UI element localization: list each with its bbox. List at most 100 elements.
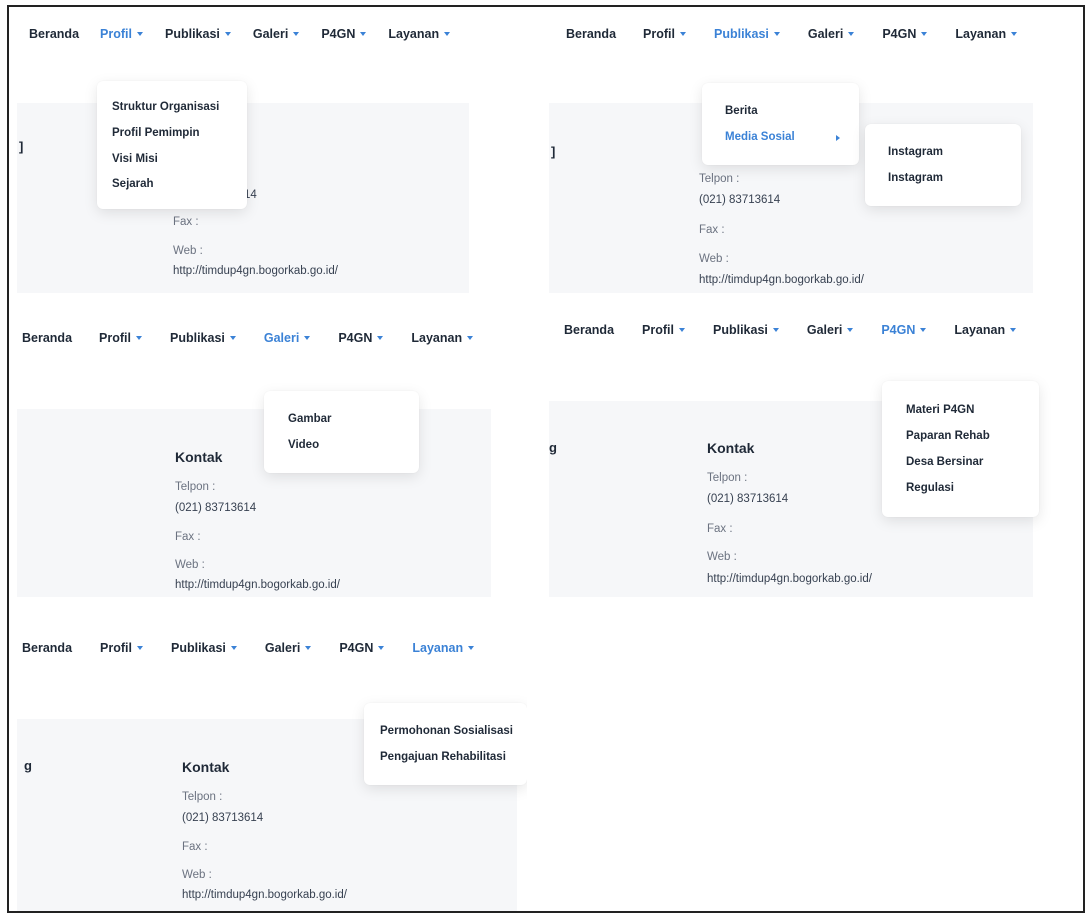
nav-beranda-label: Beranda [566, 27, 617, 41]
dropdown-item-materi-p4gn[interactable]: Materi P4GN [906, 404, 974, 416]
nav-profil[interactable]: Profil [100, 27, 143, 41]
dropdown-item-visi-misi[interactable]: Visi Misi [112, 153, 158, 165]
dropdown-item-permohonan-sosialisasi[interactable]: Permohonan Sosialisasi [380, 725, 513, 737]
web-value: http://timdup4gn.bogorkab.go.id/ [175, 579, 340, 591]
nav-beranda-label: Beranda [22, 641, 73, 655]
web-label: Web : [182, 869, 212, 881]
nav-publikasi[interactable]: Publikasi [165, 27, 231, 41]
nav-galeri[interactable]: Galeri [264, 641, 312, 655]
caret-down-icon [468, 646, 475, 650]
caret-down-icon [360, 32, 367, 36]
submenu-item-instagram[interactable]: Instagram [888, 146, 943, 158]
web-label: Web : [175, 559, 205, 571]
nav-profil[interactable]: Profil [100, 641, 143, 655]
caret-down-icon [679, 32, 686, 36]
dropdown-item-berita[interactable]: Berita [725, 105, 758, 117]
nav-layanan[interactable]: Layanan [411, 331, 474, 345]
nav-layanan[interactable]: Layanan [388, 27, 451, 41]
fax-label: Fax : [175, 531, 201, 543]
telpon-label: Telpon : [175, 481, 216, 493]
partial-heading-text: g [24, 758, 32, 773]
telpon-label: Telpon : [699, 173, 740, 185]
nav-layanan-label: Layanan [412, 641, 464, 655]
nav-publikasi-label: Publikasi [713, 27, 769, 41]
dropdown-item-gambar[interactable]: Gambar [288, 413, 331, 425]
web-label: Web : [707, 551, 737, 563]
galeri-dropdown: Gambar Video [264, 391, 419, 473]
caret-down-icon [772, 328, 779, 332]
nav-publikasi[interactable]: Publikasi [170, 331, 236, 345]
nav-p4gn-label: P4GN [321, 27, 356, 41]
nav-p4gn[interactable]: P4GN [339, 641, 385, 655]
nav-galeri-label: Galeri [807, 27, 844, 41]
dropdown-item-desa-bersinar[interactable]: Desa Bersinar [906, 456, 983, 468]
caret-down-icon [848, 32, 855, 36]
nav-profil-label: Profil [100, 641, 132, 655]
nav-publikasi[interactable]: Publikasi [713, 323, 779, 337]
caret-down-icon [920, 328, 927, 332]
telpon-value: (021) 83713614 [699, 194, 781, 206]
nav-profil[interactable]: Profil [643, 27, 686, 41]
dropdown-item-profil-pemimpin[interactable]: Profil Pemimpin [112, 127, 200, 139]
nav-profil-label: Profil [643, 27, 675, 41]
submenu-item-instagram[interactable]: Instagram [888, 172, 943, 184]
nav-beranda[interactable]: Beranda [22, 641, 72, 655]
nav-beranda[interactable]: Beranda [566, 27, 616, 41]
publikasi-dropdown: Berita Media Sosial [702, 83, 859, 165]
p4gn-dropdown: Materi P4GN Paparan Rehab Desa Bersinar … [882, 381, 1039, 517]
nav-galeri-label: Galeri [806, 323, 843, 337]
web-value-partial: http://timdup4gn.bogorkab.go.id/ [699, 274, 864, 286]
nav-layanan[interactable]: Layanan [955, 27, 1018, 41]
fax-label: Fax : [707, 523, 733, 535]
caret-down-icon [1010, 328, 1017, 332]
nav-p4gn[interactable]: P4GN [881, 323, 927, 337]
nav-p4gn[interactable]: P4GN [321, 27, 367, 41]
profil-dropdown: Struktur Organisasi Profil Pemimpin Visi… [97, 81, 247, 209]
nav-beranda[interactable]: Beranda [22, 331, 72, 345]
dropdown-item-pengajuan-rehabilitasi[interactable]: Pengajuan Rehabilitasi [380, 751, 506, 763]
telpon-label: Telpon : [182, 791, 223, 803]
nav-layanan[interactable]: Layanan [954, 323, 1017, 337]
nav-beranda[interactable]: Beranda [29, 27, 79, 41]
caret-down-icon [377, 336, 384, 340]
dropdown-item-struktur-organisasi[interactable]: Struktur Organisasi [112, 101, 219, 113]
contact-title: Kontak [707, 440, 755, 456]
caret-down-icon [224, 32, 231, 36]
nav-galeri[interactable]: Galeri [807, 27, 855, 41]
caret-down-icon [378, 646, 385, 650]
nav-galeri-label: Galeri [264, 641, 301, 655]
caret-down-icon [305, 646, 312, 650]
nav-profil[interactable]: Profil [99, 331, 142, 345]
nav-p4gn-label: P4GN [338, 331, 373, 345]
web-value: http://timdup4gn.bogorkab.go.id/ [173, 265, 338, 277]
nav-p4gn-label: P4GN [881, 323, 916, 337]
nav-galeri[interactable]: Galeri [264, 331, 311, 345]
nav-p4gn[interactable]: P4GN [882, 27, 928, 41]
nav-layanan[interactable]: Layanan [412, 641, 475, 655]
media-sosial-submenu: Instagram Instagram [865, 124, 1021, 206]
nav-profil[interactable]: Profil [642, 323, 685, 337]
nav-layanan-label: Layanan [955, 27, 1007, 41]
dropdown-item-media-sosial[interactable]: Media Sosial [725, 131, 795, 143]
fax-label: Fax : [182, 841, 208, 853]
nav-beranda[interactable]: Beranda [564, 323, 614, 337]
nav-galeri[interactable]: Galeri [806, 323, 854, 337]
telpon-label: Telpon : [707, 472, 748, 484]
nav-publikasi-label: Publikasi [169, 331, 225, 345]
dropdown-item-sejarah[interactable]: Sejarah [112, 178, 154, 190]
nav-p4gn-label: P4GN [339, 641, 374, 655]
partial-heading-text: ] [19, 139, 24, 154]
telpon-value: (021) 83713614 [707, 493, 789, 505]
panel-galeri-menu: Kontak Telpon : (021) 83713614 Fax : Web… [17, 325, 527, 597]
nav-publikasi[interactable]: Publikasi [714, 27, 780, 41]
dropdown-item-video[interactable]: Video [288, 439, 319, 451]
dropdown-item-regulasi[interactable]: Regulasi [906, 482, 954, 494]
main-nav: Beranda Profil Publikasi Galeri P4GN Lay… [566, 21, 1018, 47]
nav-galeri[interactable]: Galeri [253, 27, 300, 41]
caret-down-icon [678, 328, 685, 332]
nav-publikasi-label: Publikasi [712, 323, 768, 337]
dropdown-item-paparan-rehab[interactable]: Paparan Rehab [906, 430, 990, 442]
nav-p4gn[interactable]: P4GN [338, 331, 384, 345]
nav-publikasi[interactable]: Publikasi [171, 641, 237, 655]
caret-down-icon [1011, 32, 1018, 36]
